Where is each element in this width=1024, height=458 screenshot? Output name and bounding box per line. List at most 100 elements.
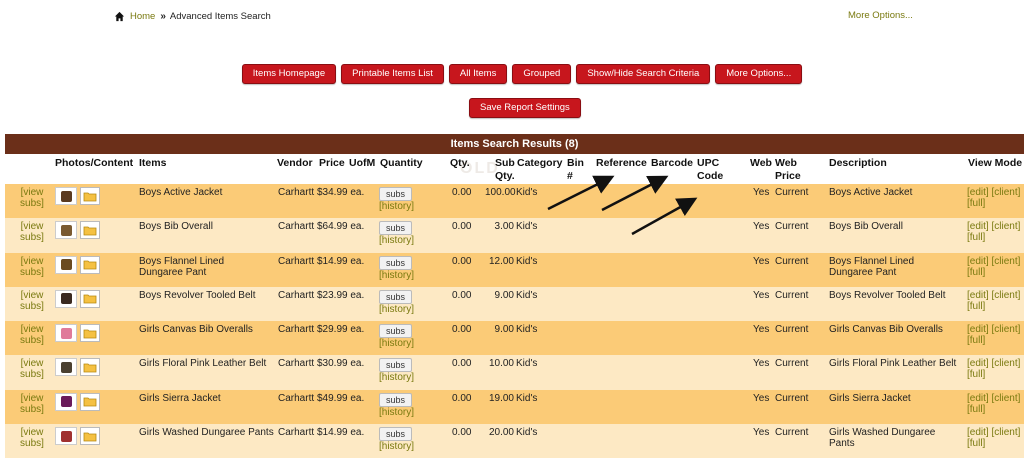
client-link[interactable]: [client] bbox=[991, 290, 1020, 301]
edit-link[interactable]: [edit] bbox=[967, 290, 989, 301]
edit-link[interactable]: [edit] bbox=[967, 393, 989, 404]
garment-icon bbox=[60, 430, 72, 442]
garment-icon bbox=[60, 396, 72, 408]
price-uofm: $64.99 ea. bbox=[317, 221, 364, 232]
history-link[interactable]: [history] bbox=[379, 235, 414, 246]
breadcrumb-home-link[interactable]: Home bbox=[130, 11, 155, 22]
view-subs-link[interactable]: [view subs] bbox=[18, 256, 46, 278]
more-options-link[interactable]: More Options... bbox=[848, 10, 913, 21]
uofm: ea. bbox=[350, 427, 365, 439]
content-folder-button[interactable] bbox=[80, 187, 100, 205]
content-folder-button[interactable] bbox=[80, 221, 100, 240]
full-link[interactable]: [full] bbox=[967, 438, 985, 449]
price-uofm: $30.99 ea. bbox=[317, 358, 364, 369]
client-link[interactable]: [client] bbox=[991, 187, 1020, 198]
save-report-settings-button[interactable]: Save Report Settings bbox=[469, 98, 581, 118]
col-reference: Reference bbox=[596, 157, 647, 169]
items-homepage-button[interactable]: Items Homepage bbox=[241, 64, 337, 84]
view-subs-link[interactable]: [view subs] bbox=[18, 358, 46, 380]
folder-icon bbox=[83, 397, 97, 407]
quantity-cell: subs [history] bbox=[379, 255, 414, 281]
sub-qty: 3.00 bbox=[494, 221, 514, 233]
history-link[interactable]: [history] bbox=[379, 201, 414, 212]
history-link[interactable]: [history] bbox=[379, 338, 414, 349]
quantity-cell: subs [history] bbox=[379, 324, 414, 349]
view-subs-link[interactable]: [view subs] bbox=[18, 324, 46, 346]
content-folder-button[interactable] bbox=[80, 289, 100, 308]
client-link[interactable]: [client] bbox=[991, 221, 1020, 232]
view-subs-link[interactable]: [view subs] bbox=[18, 427, 46, 449]
subs-button[interactable]: subs bbox=[379, 427, 413, 442]
client-link[interactable]: [client] bbox=[991, 256, 1020, 267]
history-link[interactable]: [history] bbox=[379, 372, 414, 383]
subs-button[interactable]: subs bbox=[379, 324, 413, 339]
content-folder-button[interactable] bbox=[80, 392, 100, 411]
quantity-cell: subs [history] bbox=[379, 392, 414, 418]
view-subs-link[interactable]: [view subs] bbox=[18, 290, 46, 312]
price: $14.99 bbox=[317, 427, 348, 439]
vendor: Carhartt bbox=[278, 358, 315, 370]
view-mode-links: [edit] [client] [full] bbox=[967, 358, 1020, 380]
view-subs-link[interactable]: [view subs] bbox=[18, 187, 46, 209]
qty: 0.00 bbox=[452, 324, 472, 336]
full-link[interactable]: [full] bbox=[967, 267, 985, 278]
price: $30.99 bbox=[317, 358, 348, 370]
product-thumbnail[interactable] bbox=[55, 358, 77, 377]
printable-items-list-button[interactable]: Printable Items List bbox=[341, 64, 444, 84]
edit-link[interactable]: [edit] bbox=[967, 187, 989, 198]
product-thumbnail[interactable] bbox=[55, 255, 77, 274]
content-folder-button[interactable] bbox=[80, 324, 100, 343]
full-link[interactable]: [full] bbox=[967, 404, 985, 415]
table-row: [view subs] Girls Washed Dungaree Pants Ca… bbox=[5, 424, 1024, 458]
home-icon[interactable] bbox=[114, 11, 125, 22]
subs-button[interactable]: subs bbox=[379, 358, 413, 373]
product-thumbnail[interactable] bbox=[55, 392, 77, 411]
full-link[interactable]: [full] bbox=[967, 301, 985, 312]
edit-link[interactable]: [edit] bbox=[967, 221, 989, 232]
description: Girls Sierra Jacket bbox=[829, 392, 911, 404]
web: Yes bbox=[753, 324, 770, 336]
product-thumbnail[interactable] bbox=[55, 289, 77, 308]
client-link[interactable]: [client] bbox=[991, 324, 1020, 335]
content-folder-button[interactable] bbox=[80, 255, 100, 274]
full-link[interactable]: [full] bbox=[967, 232, 985, 243]
more-options-button[interactable]: More Options... bbox=[715, 64, 803, 84]
history-link[interactable]: [history] bbox=[379, 304, 414, 315]
category: Kid's bbox=[516, 255, 538, 267]
subs-button[interactable]: subs bbox=[379, 289, 413, 304]
web-price: Current bbox=[775, 392, 809, 404]
history-link[interactable]: [history] bbox=[379, 270, 414, 281]
all-items-button[interactable]: All Items bbox=[448, 64, 508, 84]
subs-button[interactable]: subs bbox=[379, 255, 413, 270]
history-link[interactable]: [history] bbox=[379, 407, 414, 418]
product-thumbnail[interactable] bbox=[55, 187, 77, 205]
full-link[interactable]: [full] bbox=[967, 335, 985, 346]
full-link[interactable]: [full] bbox=[967, 369, 985, 380]
client-link[interactable]: [client] bbox=[991, 358, 1020, 369]
edit-link[interactable]: [edit] bbox=[967, 427, 989, 438]
show-hide-search-criteria-button[interactable]: Show/Hide Search Criteria bbox=[576, 64, 711, 84]
product-thumbnail[interactable] bbox=[55, 427, 77, 446]
toolbar: Items Homepage Printable Items List All … bbox=[0, 64, 1024, 84]
content-folder-button[interactable] bbox=[80, 358, 100, 377]
view-mode-links: [edit] [client] [full] bbox=[967, 187, 1020, 209]
edit-link[interactable]: [edit] bbox=[967, 358, 989, 369]
product-thumbnail[interactable] bbox=[55, 221, 77, 240]
view-subs-link[interactable]: [view subs] bbox=[18, 221, 46, 243]
subs-button[interactable]: subs bbox=[379, 221, 413, 236]
edit-link[interactable]: [edit] bbox=[967, 256, 989, 267]
grouped-button[interactable]: Grouped bbox=[512, 64, 572, 84]
view-mode-links: [edit] [client] [full] bbox=[967, 221, 1020, 243]
history-link[interactable]: [history] bbox=[379, 441, 414, 452]
client-link[interactable]: [client] bbox=[991, 427, 1020, 438]
product-thumbnail[interactable] bbox=[55, 324, 77, 343]
view-subs-link[interactable]: [view subs] bbox=[18, 393, 46, 415]
edit-link[interactable]: [edit] bbox=[967, 324, 989, 335]
vendor: Carhartt bbox=[278, 187, 315, 198]
subs-button[interactable]: subs bbox=[379, 187, 413, 201]
full-link[interactable]: [full] bbox=[967, 198, 985, 209]
uofm: ea. bbox=[350, 358, 365, 370]
subs-button[interactable]: subs bbox=[379, 392, 413, 407]
content-folder-button[interactable] bbox=[80, 427, 100, 446]
client-link[interactable]: [client] bbox=[991, 393, 1020, 404]
